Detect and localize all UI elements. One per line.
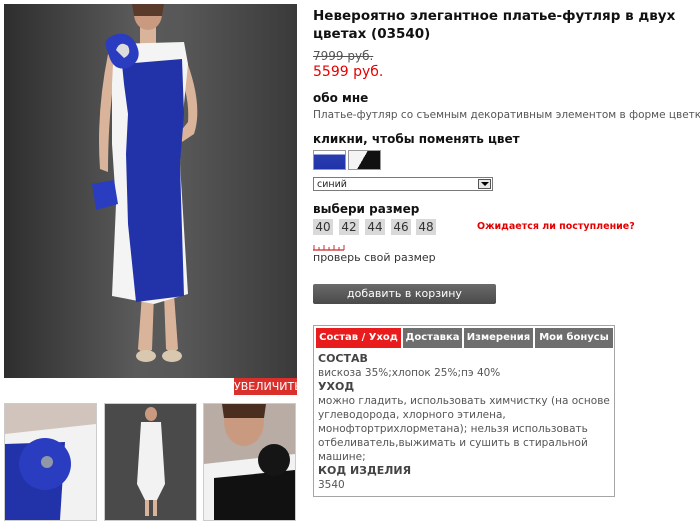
tab-composition[interactable]: Состав / Уход bbox=[316, 328, 401, 348]
size-option-42[interactable]: 42 bbox=[339, 219, 359, 235]
tab-measurements[interactable]: Измерения bbox=[464, 328, 533, 348]
chevron-down-icon[interactable] bbox=[478, 179, 491, 189]
add-to-cart-button[interactable]: добавить в корзину bbox=[313, 284, 496, 304]
tab-bonuses[interactable]: Мои бонусы bbox=[535, 328, 613, 348]
care-heading: УХОД bbox=[318, 380, 355, 393]
thumbnail-3[interactable] bbox=[203, 403, 296, 521]
thumbnail-2[interactable] bbox=[104, 403, 197, 521]
product-code: 3540 bbox=[318, 479, 345, 491]
composition-text: вискоза 35%;хлопок 25%;пэ 40% bbox=[318, 367, 501, 379]
thumbnail-1[interactable] bbox=[4, 403, 97, 521]
tab-content: СОСТАВ вискоза 35%;хлопок 25%;пэ 40% УХО… bbox=[318, 352, 610, 492]
tab-delivery[interactable]: Доставка bbox=[403, 328, 462, 348]
about-heading: обо мне bbox=[313, 91, 369, 105]
care-line: отбеливатель,выжимать и сушить в стираль… bbox=[318, 437, 588, 449]
size-heading: выбери размер bbox=[313, 202, 420, 216]
composition-heading: СОСТАВ bbox=[318, 352, 368, 365]
check-size-link[interactable]: проверь свой размер bbox=[313, 251, 436, 264]
care-line: можно гладить, использовать химчистку (н… bbox=[318, 395, 610, 407]
about-text: Платье-футляр со съемным декоративным эл… bbox=[313, 109, 700, 121]
info-tabs: Состав / Уход Доставка Измерения Мои бон… bbox=[313, 325, 615, 497]
color-swatch-black[interactable] bbox=[348, 150, 381, 170]
product-main-image[interactable] bbox=[4, 4, 297, 378]
size-option-48[interactable]: 48 bbox=[416, 219, 436, 235]
size-option-40[interactable]: 40 bbox=[313, 219, 333, 235]
color-heading: кликни, чтобы поменять цвет bbox=[313, 132, 520, 146]
care-line: монофтортрихлорметана); нельзя использов… bbox=[318, 423, 588, 435]
care-line: углеводорода, хлорного этилена, bbox=[318, 409, 506, 421]
color-swatch-blue[interactable] bbox=[313, 150, 346, 170]
new-price: 5599 руб. bbox=[313, 64, 384, 80]
size-option-46[interactable]: 46 bbox=[391, 219, 411, 235]
size-option-44[interactable]: 44 bbox=[365, 219, 385, 235]
product-title: Невероятно элегантное платье-футляр в дв… bbox=[313, 8, 676, 42]
code-heading: КОД ИЗДЕЛИЯ bbox=[318, 464, 412, 477]
color-select-value: синий bbox=[317, 179, 347, 190]
ruler-icon bbox=[313, 245, 345, 251]
old-price: 7999 руб. bbox=[313, 49, 374, 63]
care-line: машине; bbox=[318, 451, 366, 463]
zoom-button[interactable]: УВЕЛИЧИТЬ bbox=[234, 378, 302, 395]
availability-link[interactable]: Ожидается ли поступление? bbox=[477, 221, 635, 232]
dress-model-illustration bbox=[92, 4, 198, 362]
color-select[interactable]: синий bbox=[313, 177, 493, 191]
